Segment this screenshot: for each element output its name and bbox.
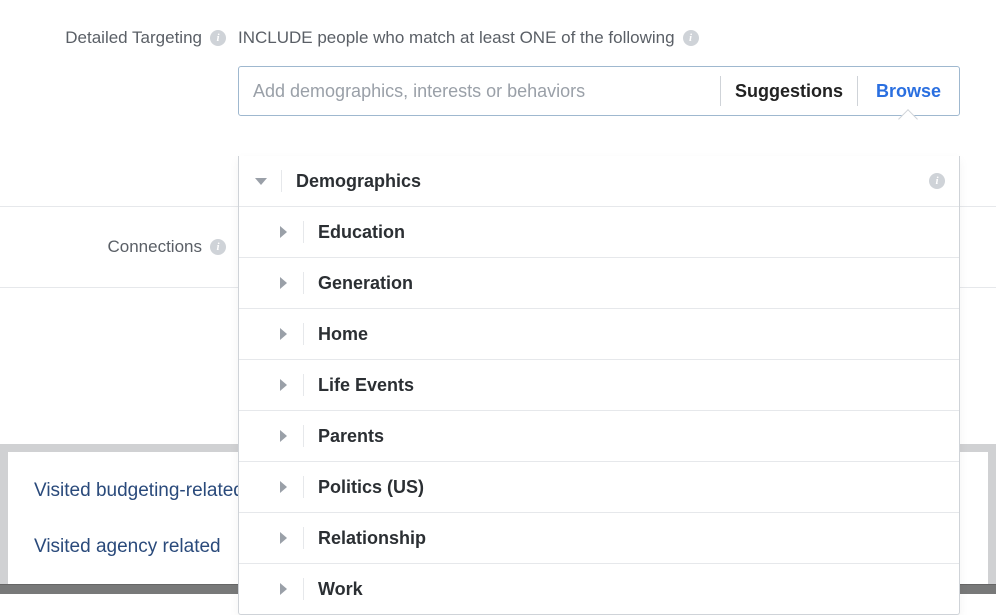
item-label: Politics (US) [318,477,424,498]
item-label: Work [318,579,363,600]
info-icon[interactable]: i [210,30,226,46]
targeting-search-box: Add demographics, interests or behaviors… [238,66,960,116]
dropdown-item-politics-us[interactable]: Politics (US) [239,462,959,513]
dropdown-item-relationship[interactable]: Relationship [239,513,959,564]
chevron-right-icon [275,481,291,493]
info-icon[interactable]: i [210,239,226,255]
item-label: Life Events [318,375,414,396]
dropdown-item-parents[interactable]: Parents [239,411,959,462]
chevron-right-icon [275,430,291,442]
dropdown-item-work[interactable]: Work [239,564,959,614]
detailed-targeting-label: Detailed Targeting [65,28,202,48]
chevron-down-icon [253,178,269,185]
separator [303,323,304,345]
chevron-right-icon [275,583,291,595]
separator [281,170,282,192]
item-label: Parents [318,426,384,447]
separator [303,221,304,243]
item-label: Home [318,324,368,345]
suggestions-link[interactable]: Suggestions [721,81,857,102]
item-label: Generation [318,273,413,294]
chevron-right-icon [275,379,291,391]
dropdown-item-generation[interactable]: Generation [239,258,959,309]
item-label: Education [318,222,405,243]
info-icon[interactable]: i [929,173,945,189]
browse-dropdown: Demographics i Education Generation Home [238,156,960,615]
category-label: Demographics [296,171,421,192]
separator [303,578,304,600]
include-description: INCLUDE people who match at least ONE of… [238,28,675,48]
info-icon[interactable]: i [683,30,699,46]
item-label: Relationship [318,528,426,549]
separator [303,476,304,498]
dropdown-item-education[interactable]: Education [239,207,959,258]
dropdown-category-demographics[interactable]: Demographics i [239,156,959,207]
separator [303,425,304,447]
chevron-right-icon [275,532,291,544]
dropdown-item-home[interactable]: Home [239,309,959,360]
separator [303,272,304,294]
browse-link[interactable]: Browse [858,81,959,102]
chevron-right-icon [275,277,291,289]
chevron-right-icon [275,328,291,340]
chevron-right-icon [275,226,291,238]
separator [303,527,304,549]
targeting-search-input[interactable]: Add demographics, interests or behaviors [239,81,720,102]
separator [303,374,304,396]
dropdown-item-life-events[interactable]: Life Events [239,360,959,411]
connections-label: Connections [107,237,202,257]
